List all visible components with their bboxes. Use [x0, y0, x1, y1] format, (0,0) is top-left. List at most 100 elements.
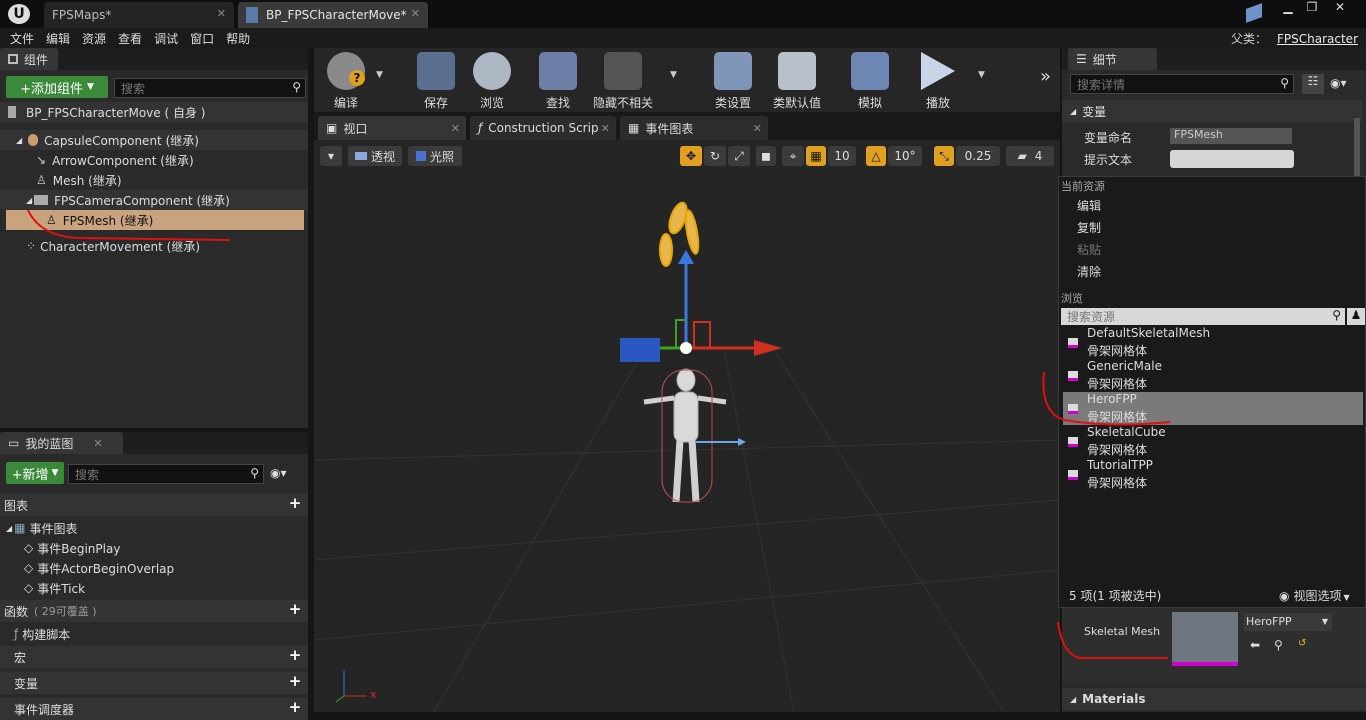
user-filter-icon[interactable]: ♟	[1347, 308, 1365, 325]
menu-file[interactable]: 文件	[10, 30, 34, 47]
tab-my-blueprint[interactable]: ▭ 我的蓝图 ✕	[0, 432, 123, 454]
surface-snap-button[interactable]: ⌖	[782, 146, 804, 166]
asset-item[interactable]: SkeletalCube 骨架网格体	[1063, 425, 1363, 458]
scale-mode-button[interactable]: ⤢	[728, 146, 750, 166]
find-button[interactable]: 查找	[530, 48, 586, 112]
tab-blueprint[interactable]: BP_FPSCharacterMove* ✕	[238, 2, 428, 28]
add-macro-button[interactable]: +	[288, 648, 302, 663]
rotation-snap-value[interactable]: 10°	[888, 146, 922, 166]
add-dispatcher-button[interactable]: +	[288, 700, 302, 715]
asset-item[interactable]: DefaultSkeletalMesh 骨架网格体	[1063, 326, 1363, 359]
graphs-category[interactable]: 图表 +	[0, 494, 308, 516]
variables-section[interactable]: ◢ 变量	[1062, 100, 1362, 122]
component-item[interactable]: ◢ CapsuleComponent (继承)	[0, 130, 308, 150]
search-icon[interactable]: ⚲	[292, 80, 301, 94]
component-item[interactable]: ⁘ CharacterMovement (继承)	[0, 236, 200, 256]
close-icon[interactable]: ✕	[753, 122, 762, 135]
close-icon[interactable]: ✕	[451, 122, 460, 135]
search-icon[interactable]: ⚲	[1280, 76, 1289, 90]
menu-asset[interactable]: 资源	[82, 30, 106, 47]
simulate-button[interactable]: 模拟	[842, 48, 898, 112]
close-icon[interactable]: ✕	[411, 7, 420, 20]
menu-window[interactable]: 窗口	[190, 30, 214, 47]
lit-button[interactable]: 光照	[408, 146, 462, 166]
add-function-button[interactable]: +	[288, 602, 302, 617]
component-item[interactable]: ♙ Mesh (继承)	[0, 170, 122, 190]
source-control-icon[interactable]	[1246, 3, 1262, 23]
eye-icon[interactable]: ◉▾	[1330, 76, 1347, 90]
class-defaults-button[interactable]: 类默认值	[766, 48, 828, 112]
grid-snap-toggle[interactable]: ▦	[806, 146, 826, 166]
variables-category[interactable]: 变量 +	[0, 672, 308, 694]
browse-button[interactable]: 浏览	[464, 48, 520, 112]
menu-item-copy[interactable]: 复制	[1077, 219, 1101, 236]
menu-debug[interactable]: 调试	[154, 30, 178, 47]
menu-item-edit[interactable]: 编辑	[1077, 197, 1101, 214]
close-icon[interactable]: ✕	[217, 7, 226, 20]
mesh-combo[interactable]: HeroFPP ▼	[1244, 613, 1332, 631]
close-icon[interactable]: ✕	[93, 437, 102, 450]
rotation-snap-toggle[interactable]: △	[866, 146, 886, 166]
component-root[interactable]: BP_FPSCharacterMove ( 自身 )	[0, 102, 308, 122]
play-button[interactable]: 播放	[910, 48, 966, 112]
menu-edit[interactable]: 编辑	[46, 30, 70, 47]
hide-unrelated-button[interactable]: 隐藏不相关	[588, 48, 658, 112]
construct-script-item[interactable]: ƒ 构建脚本	[0, 624, 70, 644]
more-icon[interactable]: »	[1040, 66, 1051, 87]
browse-asset-icon[interactable]: ⚲	[1274, 638, 1283, 652]
minimize-button[interactable]: ▁	[1276, 0, 1300, 16]
viewport[interactable]: ▾ 透视 光照 ✥ ↻ ⤢ ◼ ⌖ ▦ 10 △ 10° ⤡ 0.25 ▰ 4 x	[314, 140, 1060, 712]
tab-event-graph[interactable]: ▦ 事件图表 ✕	[620, 116, 768, 140]
component-item[interactable]: ↘ ArrowComponent (继承)	[0, 150, 194, 170]
compile-button[interactable]: ? 编译	[318, 48, 374, 112]
tooltip-input[interactable]	[1170, 150, 1294, 168]
save-button[interactable]: 保存	[408, 48, 464, 112]
chevron-down-icon[interactable]: ▼	[376, 70, 383, 80]
translate-mode-button[interactable]: ✥	[680, 146, 702, 166]
components-search-input[interactable]: 搜索 ⚲	[114, 78, 306, 98]
add-new-button[interactable]: +新增 ▼	[6, 462, 64, 484]
parent-class-link[interactable]: FPSCharacter	[1277, 32, 1358, 46]
tab-viewport[interactable]: ▣ 视口 ✕	[318, 116, 466, 140]
details-search-input[interactable]: 搜索详情 ⚲	[1070, 74, 1294, 94]
event-item[interactable]: ◇ 事件ActorBeginOverlap	[0, 558, 174, 578]
asset-item-selected[interactable]: HeroFPP 骨架网格体	[1063, 392, 1363, 425]
functions-category[interactable]: 函数 ( 29可覆盖 ) +	[0, 600, 308, 622]
close-icon[interactable]: ✕	[601, 122, 610, 135]
macros-category[interactable]: 宏 +	[0, 646, 308, 668]
component-item-selected[interactable]: ♙ FPSMesh (继承)	[6, 210, 304, 230]
rotate-mode-button[interactable]: ↻	[704, 146, 726, 166]
scale-snap-toggle[interactable]: ⤡	[934, 146, 954, 166]
expand-arrow-icon[interactable]: ◢	[16, 136, 22, 145]
scale-snap-value[interactable]: 0.25	[956, 146, 1000, 166]
use-selected-icon[interactable]: ⬅	[1250, 638, 1260, 652]
reset-icon[interactable]: ↺	[1298, 638, 1306, 649]
tab-components[interactable]: 组件	[0, 48, 59, 70]
menu-help[interactable]: 帮助	[226, 30, 250, 47]
close-button[interactable]: ✕	[1328, 0, 1352, 16]
eye-icon[interactable]: ◉▾	[270, 466, 287, 480]
event-item[interactable]: ◇ 事件Tick	[0, 578, 85, 598]
menu-view[interactable]: 查看	[118, 30, 142, 47]
add-variable-button[interactable]: +	[288, 674, 302, 689]
tab-details[interactable]: ☰ 细节	[1068, 48, 1157, 70]
coordinate-system-button[interactable]: ◼	[756, 146, 776, 166]
add-component-button[interactable]: +添加组件 ▼	[6, 76, 108, 98]
perspective-button[interactable]: 透视	[348, 146, 402, 166]
materials-section[interactable]: ◢ Materials	[1062, 688, 1366, 710]
menu-item-paste[interactable]: 粘贴	[1077, 241, 1101, 258]
view-list-icon[interactable]: ☷	[1302, 74, 1324, 94]
component-item[interactable]: ◢ FPSCameraComponent (继承)	[0, 190, 308, 210]
search-icon[interactable]: ⚲	[1332, 308, 1341, 322]
event-graph-item[interactable]: ◢ ▦ 事件图表	[0, 518, 78, 538]
blueprint-search-input[interactable]: 搜索 ⚲	[68, 464, 264, 484]
scrollbar[interactable]	[1354, 118, 1360, 178]
asset-search-input[interactable]: 搜索资源 ⚲	[1061, 308, 1345, 325]
camera-speed-button[interactable]: ▰ 4	[1006, 146, 1054, 166]
mesh-thumbnail[interactable]	[1172, 612, 1238, 666]
search-icon[interactable]: ⚲	[250, 466, 259, 480]
tab-fpsmaps[interactable]: FPSMaps* ✕	[44, 2, 234, 28]
viewport-options-button[interactable]: ▾	[320, 146, 342, 166]
tab-construction-script[interactable]: ƒ Construction Scrip ✕	[470, 116, 616, 140]
event-item[interactable]: ◇ 事件BeginPlay	[0, 538, 120, 558]
